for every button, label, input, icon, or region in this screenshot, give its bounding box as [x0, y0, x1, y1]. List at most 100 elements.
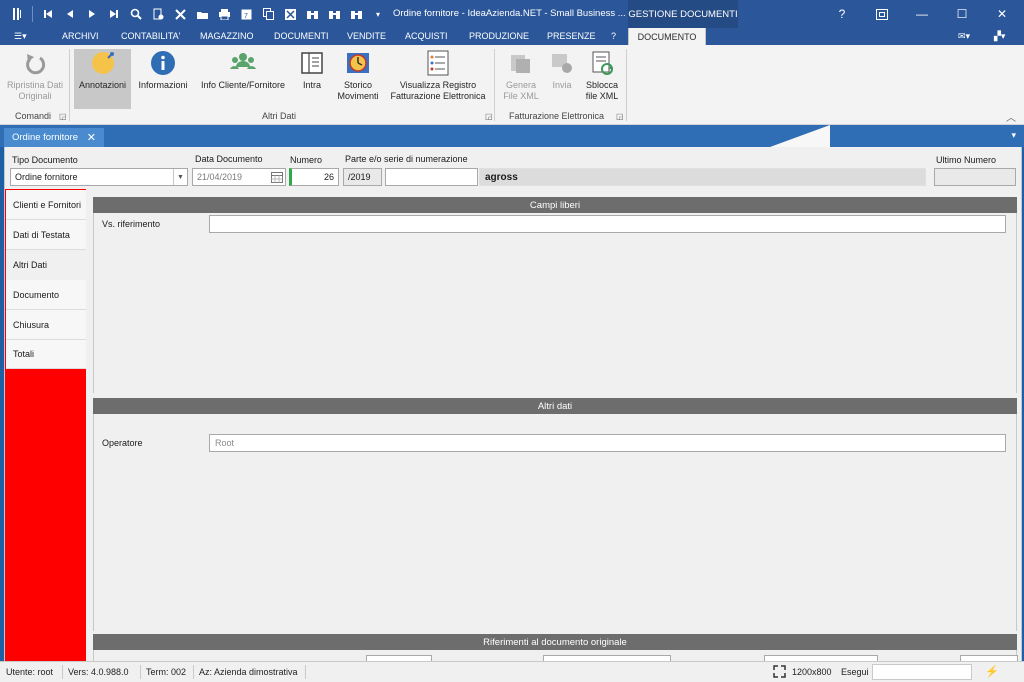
tipo-documento-select[interactable]: Ordine fornitore ▼ [10, 168, 188, 186]
new-document-icon[interactable] [147, 3, 169, 25]
menu-magazzino[interactable]: MAGAZZINO [200, 31, 254, 41]
ultimo-numero-label: Ultimo Numero [936, 155, 997, 165]
sidebar-item-clienti-fornitori[interactable]: Clienti e Fornitori [6, 190, 86, 220]
panel-body-riferimenti [93, 650, 1018, 661]
data-documento-value: 21/04/2019 [197, 172, 243, 182]
group-label-comandi: Comandi [15, 111, 52, 121]
binoculars-next-icon[interactable] [323, 3, 345, 25]
close-tab-icon[interactable]: ✕ [87, 131, 96, 144]
sticky-note-icon [89, 49, 117, 77]
tab-strip-decoration [770, 125, 830, 147]
tab-documento[interactable]: DOCUMENTO [628, 28, 706, 45]
comandi-launcher-icon[interactable]: ◲ [59, 112, 67, 121]
lightning-icon[interactable]: ⚡ [985, 665, 999, 678]
menu-help[interactable]: ? [611, 31, 616, 41]
close-button[interactable]: ✕ [982, 0, 1022, 28]
customize-toolbar-icon[interactable]: ▾ [367, 3, 389, 25]
copy-icon[interactable] [257, 3, 279, 25]
panel-body-campi-liberi: Vs. riferimento [93, 213, 1017, 393]
users-icon [229, 49, 257, 77]
esegui-input[interactable] [872, 664, 972, 680]
delete-icon[interactable] [169, 3, 191, 25]
open-folder-icon[interactable] [191, 3, 213, 25]
ultimo-numero-field [934, 168, 1016, 186]
title-bar: 7 ▾ Ordine fornitore - IdeaAzienda.NET -… [0, 0, 1024, 28]
binoculars-icon[interactable] [301, 3, 323, 25]
last-record-icon[interactable] [103, 3, 125, 25]
tipo-documento-value: Ordine fornitore [15, 172, 78, 182]
search-icon[interactable] [125, 3, 147, 25]
invia-button[interactable]: Invia [545, 49, 579, 91]
sidebar-item-dati-testata[interactable]: Dati di Testata [6, 220, 86, 250]
register-list-icon [424, 49, 452, 77]
panel-riferimenti: Riferimenti al documento originale [93, 634, 1018, 661]
menu-presenze[interactable]: PRESENZE [547, 31, 596, 41]
mail-menu-icon[interactable]: ✉▾ [958, 31, 970, 42]
generate-xml-icon [507, 49, 535, 77]
sidebar-item-altri-dati[interactable]: Altri Dati [6, 250, 91, 280]
document-form: Tipo Documento Ordine fornitore ▼ Data D… [4, 147, 1022, 661]
menu-produzione[interactable]: PRODUZIONE [469, 31, 529, 41]
sidebar-item-documento[interactable]: Documento [6, 280, 86, 310]
group-separator [626, 49, 627, 121]
minimize-button[interactable]: — [902, 0, 942, 28]
app-logo-icon[interactable] [6, 3, 28, 25]
numero-field[interactable]: 26 [289, 168, 339, 186]
status-separator [62, 665, 63, 679]
serie-prefix-value: /2019 [348, 172, 371, 182]
menu-bar: ☰▾ ARCHIVI CONTABILITA' MAGAZZINO DOCUME… [0, 28, 1024, 45]
menu-vendite[interactable]: VENDITE [347, 31, 386, 41]
operatore-input[interactable]: Root [209, 434, 1006, 452]
help-button[interactable]: ? [822, 0, 862, 28]
storico-label: Storico Movimenti [337, 80, 379, 101]
ribbon: Ripristina Dati Originali Comandi ◲ Anno… [0, 45, 1024, 125]
first-record-icon[interactable] [37, 3, 59, 25]
maximize-button[interactable]: ☐ [942, 0, 982, 28]
app-menu-button[interactable]: ☰▾ [14, 31, 27, 42]
annotazioni-button[interactable]: Annotazioni [74, 49, 131, 109]
intra-button[interactable]: Intra [294, 49, 330, 91]
group-separator [494, 49, 495, 121]
vs-riferimento-input[interactable] [209, 215, 1006, 233]
chevron-down-icon[interactable]: ▼ [173, 169, 187, 185]
visualizza-registro-button[interactable]: Visualizza Registro Fatturazione Elettro… [386, 49, 490, 102]
menu-acquisti[interactable]: ACQUISTI [405, 31, 448, 41]
tipo-documento-label: Tipo Documento [12, 155, 78, 165]
serie-numerazione-input[interactable] [385, 168, 478, 186]
data-documento-label: Data Documento [195, 154, 263, 164]
storico-movimenti-button[interactable]: Storico Movimenti [333, 49, 383, 102]
tab-list-dropdown-icon[interactable]: ▾ [1011, 130, 1016, 141]
context-group-label: GESTIONE DOCUMENTI [628, 0, 738, 28]
genera-xml-button[interactable]: Genera File XML [500, 49, 542, 102]
menu-documenti[interactable]: DOCUMENTI [274, 31, 329, 41]
informazioni-label: Informazioni [138, 80, 188, 90]
ripristina-dati-button[interactable]: Ripristina Dati Originali [6, 49, 64, 102]
status-terminale: Term: 002 [146, 667, 187, 677]
status-separator [305, 665, 306, 679]
calendar-icon[interactable]: 7 [235, 3, 257, 25]
restore-window-icon[interactable] [862, 0, 902, 28]
excel-icon[interactable] [279, 3, 301, 25]
doc-tab-label: Ordine fornitore [12, 132, 79, 143]
informazioni-button[interactable]: Informazioni [134, 49, 192, 91]
sidebar-item-chiusura[interactable]: Chiusura [6, 310, 86, 340]
doc-tab-ordine-fornitore[interactable]: Ordine fornitore ✕ [4, 128, 104, 147]
fatturazione-launcher-icon[interactable]: ◲ [616, 112, 624, 121]
next-record-icon[interactable] [81, 3, 103, 25]
menu-contabilita[interactable]: CONTABILITA' [121, 31, 180, 41]
fullscreen-icon[interactable] [773, 665, 786, 680]
panel-title-altri-dati: Altri dati [93, 398, 1017, 414]
info-cliente-button[interactable]: Info Cliente/Fornitore [196, 49, 290, 91]
altri-dati-launcher-icon[interactable]: ◲ [485, 112, 493, 121]
layout-menu-icon[interactable]: ▞▾ [994, 31, 1005, 42]
menu-archivi[interactable]: ARCHIVI [62, 31, 99, 41]
calendar-icon[interactable] [271, 171, 283, 183]
genera-label: Genera File XML [503, 80, 539, 101]
sblocca-xml-button[interactable]: Sblocca file XML [583, 49, 621, 102]
previous-record-icon[interactable] [59, 3, 81, 25]
sidebar-item-totali[interactable]: Totali [6, 340, 86, 369]
collapse-ribbon-icon[interactable]: ︿ [1006, 109, 1016, 124]
print-icon[interactable] [213, 3, 235, 25]
data-documento-field[interactable]: 21/04/2019 [192, 168, 286, 186]
binoculars-prev-icon[interactable] [345, 3, 367, 25]
